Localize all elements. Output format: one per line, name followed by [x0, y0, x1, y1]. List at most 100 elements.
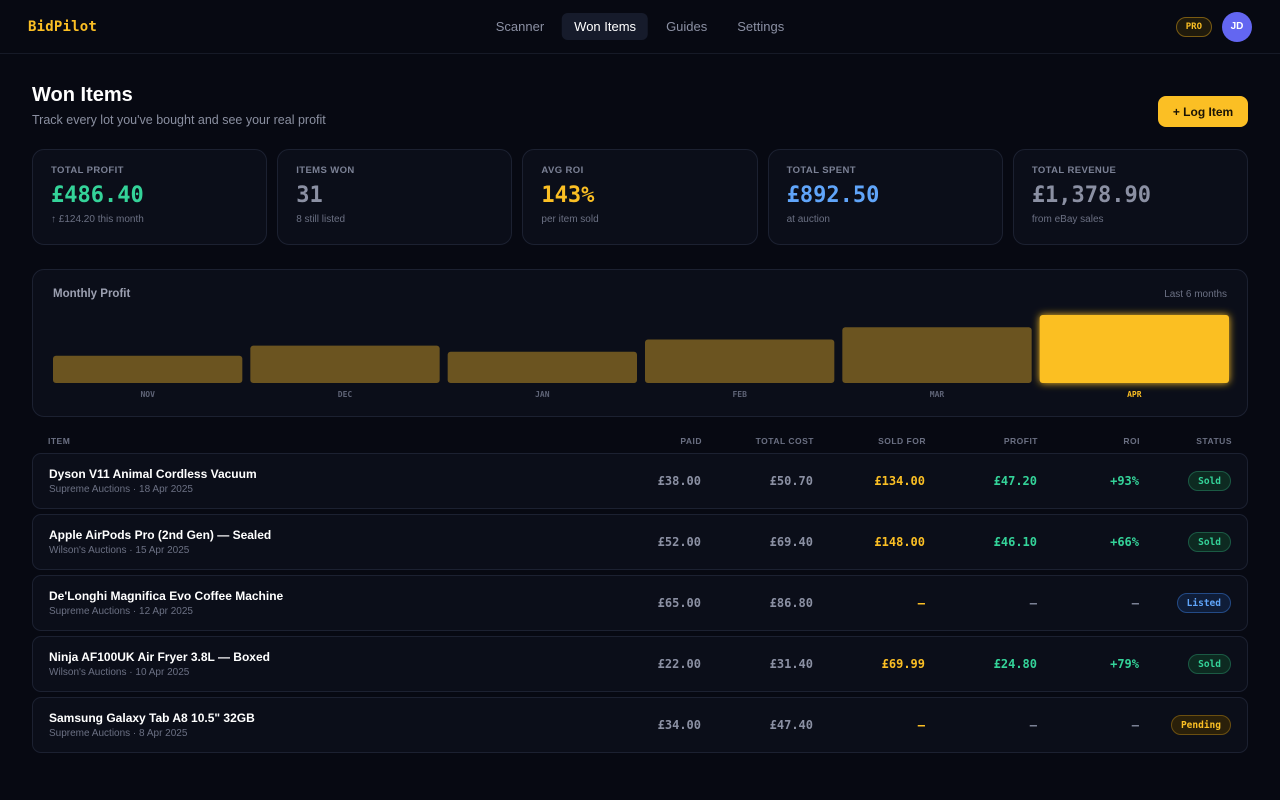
page-subtitle: Track every lot you've bought and see yo…	[32, 113, 326, 127]
cell-paid: £22.00	[657, 657, 701, 671]
cell-roi: +66%	[1110, 535, 1139, 549]
status-badge: Sold	[1188, 532, 1231, 552]
nav-scanner[interactable]: Scanner	[484, 13, 556, 40]
chart-canvas: NOV DEC JAN FEB MAR APR	[53, 315, 1229, 399]
nav-guides[interactable]: Guides	[654, 13, 719, 40]
cell-roi: +93%	[1110, 474, 1139, 488]
top-bar: BidPilot Scanner Won Items Guides Settin…	[0, 0, 1280, 54]
cell-total-cost: £69.40	[769, 535, 813, 549]
item-meta: Supreme Auctions · 8 Apr 2025	[49, 728, 188, 739]
col-sold-for: SOLD FOR	[878, 436, 926, 446]
table-row[interactable]: Ninja AF100UK Air Fryer 3.8L — Boxed Wil…	[32, 636, 1248, 692]
chart-tick-label: JAN	[535, 390, 550, 399]
stat-label: AVG ROI	[541, 165, 584, 176]
chart-bar-feb	[645, 339, 835, 383]
cell-sold-for: £134.00	[874, 474, 925, 488]
stat-sub: per item sold	[541, 214, 599, 225]
cell-sold-for: £69.99	[881, 657, 925, 671]
stat-value: £892.50	[786, 183, 880, 208]
nav-settings[interactable]: Settings	[725, 13, 796, 40]
monthly-profit-chart: NOV DEC JAN FEB MAR APR Monthly Profit Last 6…	[32, 269, 1248, 417]
chart-title: Monthly Profit	[53, 288, 131, 300]
cell-total-cost: £86.80	[769, 596, 813, 610]
item-meta: Supreme Auctions · 12 Apr 2025	[49, 606, 193, 617]
col-status: STATUS	[1196, 436, 1232, 446]
cell-paid: £65.00	[657, 596, 701, 610]
cell-profit: £47.20	[993, 474, 1037, 488]
won-items-table: Dyson V11 Animal Cordless Vacuum Supreme…	[32, 453, 1248, 758]
stat-label: TOTAL SPENT	[786, 165, 856, 176]
stat-sub: ↑ £124.20 this month	[51, 214, 144, 225]
status-badge: Sold	[1188, 654, 1231, 674]
chart-tick-label: NOV	[140, 390, 155, 399]
col-item: ITEM	[48, 436, 71, 446]
cell-profit: £46.10	[993, 535, 1037, 549]
chart-tick-label: APR	[1127, 390, 1142, 399]
item-meta: Wilson's Auctions · 10 Apr 2025	[49, 667, 190, 678]
cell-profit: —	[1029, 718, 1037, 732]
chart-bar-dec	[250, 345, 440, 383]
cell-paid: £52.00	[657, 535, 701, 549]
item-name: De'Longhi Magnifica Evo Coffee Machine	[49, 589, 284, 603]
stat-total-spent: TOTAL SPENT £892.50 at auction	[767, 149, 1003, 245]
col-paid: PAID	[680, 436, 702, 446]
table-row[interactable]: Samsung Galaxy Tab A8 10.5" 32GB Supreme…	[32, 697, 1248, 753]
stat-items-won: ITEMS WON 31 8 still listed	[277, 149, 513, 245]
stats-row: TOTAL PROFIT £486.40 ↑ £124.20 this mont…	[32, 149, 1249, 245]
stat-sub: from eBay sales	[1031, 214, 1104, 225]
stat-label: TOTAL PROFIT	[51, 165, 124, 176]
chart-range-label: Last 6 months	[1164, 289, 1227, 300]
status-badge: Listed	[1176, 593, 1231, 613]
cell-sold-for: —	[917, 718, 925, 732]
cell-paid: £34.00	[657, 718, 701, 732]
cell-roi: —	[1131, 718, 1139, 732]
cell-profit: £24.80	[993, 657, 1037, 671]
stat-value: £1,378.90	[1031, 183, 1152, 208]
item-name: Apple AirPods Pro (2nd Gen) — Sealed	[49, 528, 272, 542]
status-badge: Sold	[1188, 471, 1231, 491]
item-meta: Wilson's Auctions · 15 Apr 2025	[49, 545, 190, 556]
chart-tick-label: MAR	[930, 390, 945, 399]
stat-total-revenue: TOTAL REVENUE £1,378.90 from eBay sales	[1012, 149, 1249, 245]
stat-total-profit: TOTAL PROFIT £486.40 ↑ £124.20 this mont…	[32, 149, 268, 245]
log-item-button[interactable]: + Log Item	[1158, 96, 1248, 127]
item-name: Dyson V11 Animal Cordless Vacuum	[49, 467, 257, 481]
stat-value: 143%	[541, 183, 595, 208]
chart-bar-nov	[53, 355, 243, 383]
avatar[interactable]: JD	[1222, 11, 1252, 42]
chart-tick-label: FEB	[732, 390, 747, 399]
stat-sub: 8 still listed	[296, 214, 346, 225]
stat-avg-roi: AVG ROI 143% per item sold	[522, 149, 758, 245]
chart-bar-mar	[842, 327, 1032, 383]
cell-sold-for: £148.00	[874, 535, 925, 549]
main-nav: Scanner Won Items Guides Settings	[484, 13, 797, 40]
item-meta: Supreme Auctions · 18 Apr 2025	[49, 484, 193, 495]
cell-total-cost: £50.70	[769, 474, 813, 488]
col-total-cost: TOTAL COST	[755, 436, 814, 446]
stat-value: 31	[296, 183, 323, 208]
stat-label: ITEMS WON	[296, 165, 355, 176]
table-row[interactable]: Apple AirPods Pro (2nd Gen) — Sealed Wil…	[32, 514, 1248, 570]
app-logo[interactable]: BidPilot	[28, 19, 97, 35]
plan-badge: PRO	[1175, 16, 1212, 37]
page-title: Won Items	[32, 84, 133, 106]
item-name: Samsung Galaxy Tab A8 10.5" 32GB	[49, 711, 255, 725]
table-row[interactable]: De'Longhi Magnifica Evo Coffee Machine S…	[32, 575, 1248, 631]
col-profit: PROFIT	[1003, 436, 1038, 446]
table-header: ITEM PAID TOTAL COST SOLD FOR PROFIT ROI…	[32, 436, 1248, 448]
chart-bar-jan	[447, 351, 637, 383]
nav-won-items[interactable]: Won Items	[562, 13, 649, 40]
cell-total-cost: £31.40	[769, 657, 813, 671]
stat-label: TOTAL REVENUE	[1031, 165, 1117, 176]
status-badge: Pending	[1170, 715, 1231, 735]
stat-value: £486.40	[51, 183, 144, 208]
cell-roi: —	[1131, 596, 1139, 610]
cell-profit: —	[1029, 596, 1037, 610]
col-roi: ROI	[1123, 436, 1140, 446]
table-row[interactable]: Dyson V11 Animal Cordless Vacuum Supreme…	[32, 453, 1248, 509]
cell-paid: £38.00	[657, 474, 701, 488]
cell-total-cost: £47.40	[769, 718, 813, 732]
item-name: Ninja AF100UK Air Fryer 3.8L — Boxed	[49, 650, 270, 664]
chart-tick-label: DEC	[338, 390, 353, 399]
chart-bar-apr	[1039, 315, 1229, 383]
